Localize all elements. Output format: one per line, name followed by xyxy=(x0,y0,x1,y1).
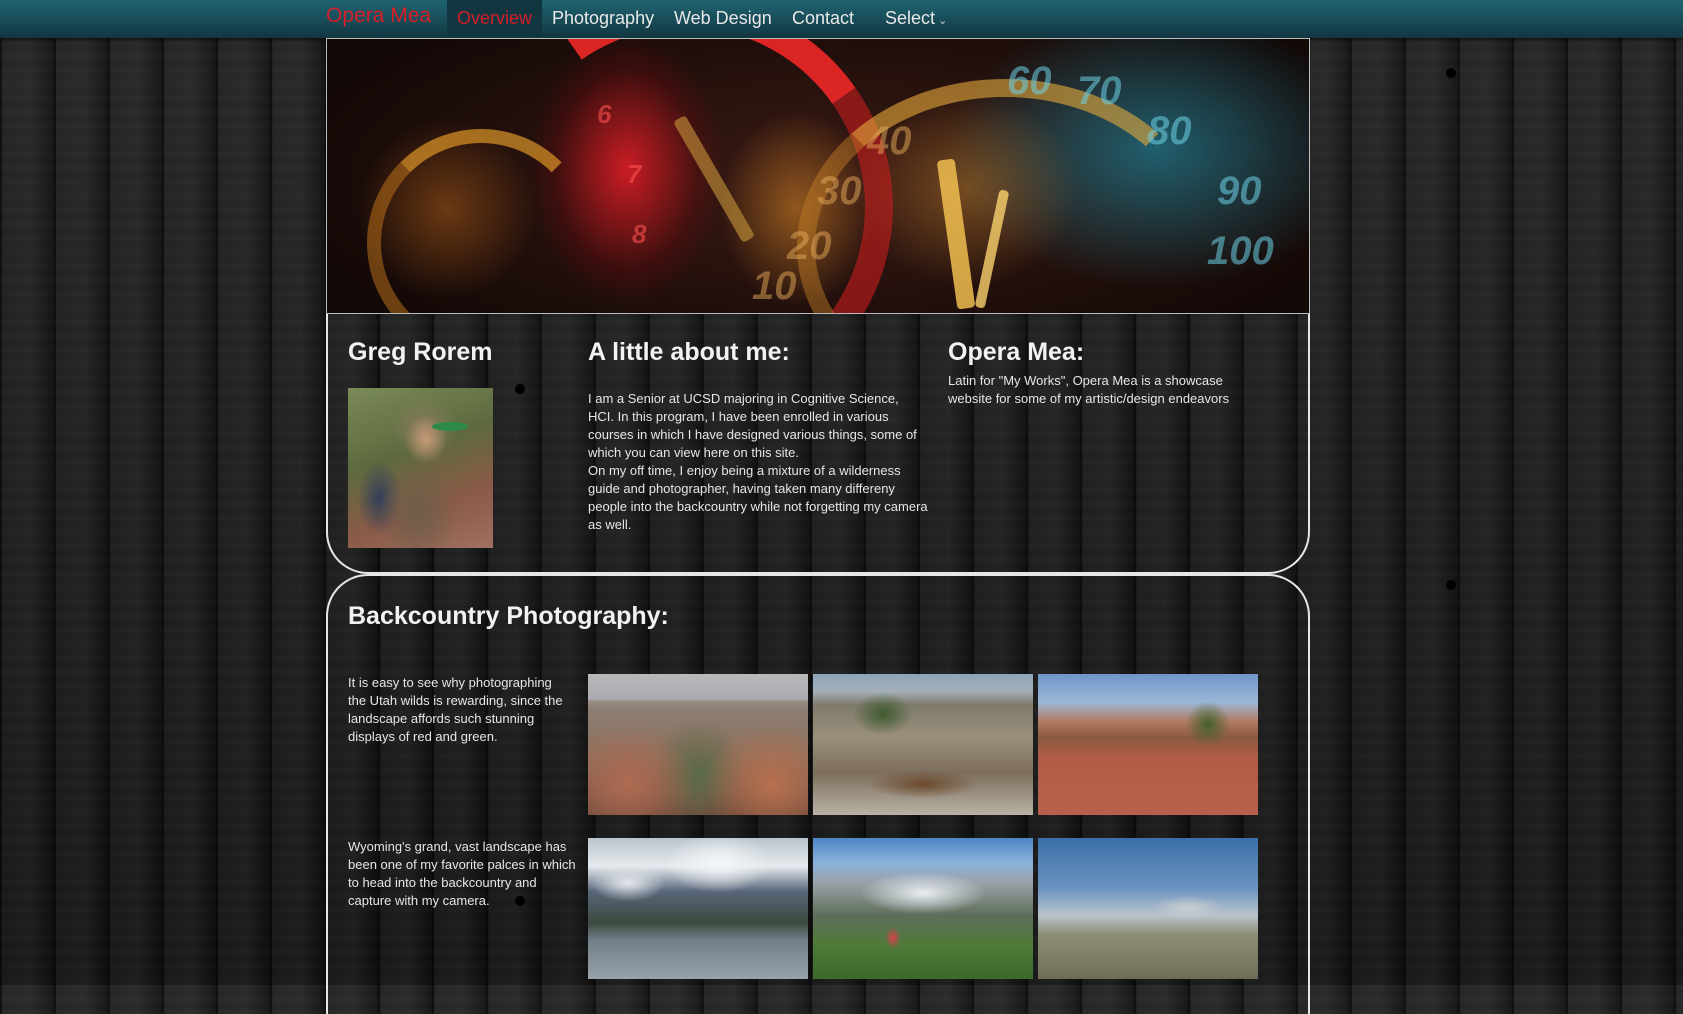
opera-mea-text: Latin for "My Works", Opera Mea is a sho… xyxy=(948,373,1230,406)
decorative-dot xyxy=(1446,68,1456,78)
opera-mea-heading: Opera Mea: xyxy=(948,338,1085,366)
nav-select-dropdown[interactable]: Select ⌄ xyxy=(875,0,962,39)
nav-select-label: Select xyxy=(885,8,936,28)
wyoming-caption: Wyoming's grand, vast landscape has been… xyxy=(348,839,576,908)
hero-banner-image: 60 70 80 90 100 40 30 20 10 6 7 8 xyxy=(326,38,1310,314)
nav-contact[interactable]: Contact xyxy=(782,0,864,38)
brand-link[interactable]: Opera Mea xyxy=(326,4,431,28)
author-name-heading: Greg Rorem xyxy=(348,338,493,366)
about-paragraph-1: I am a Senior at UCSD majoring in Cognit… xyxy=(588,391,917,460)
author-portrait-photo xyxy=(348,388,493,548)
nav-photography[interactable]: Photography xyxy=(542,0,664,38)
utah-caption: It is easy to see why photographing the … xyxy=(348,675,563,744)
photography-heading: Backcountry Photography: xyxy=(348,602,669,630)
about-paragraph-2: On my off time, I enjoy being a mixture … xyxy=(588,463,928,532)
about-panel: Greg Rorem A little about me: I am a Sen… xyxy=(326,314,1310,574)
utah-photo-juniper[interactable] xyxy=(813,674,1033,815)
utah-photo-red-desert[interactable] xyxy=(1038,674,1258,815)
nav-overview[interactable]: Overview xyxy=(447,0,543,38)
decorative-dot xyxy=(515,896,525,906)
wyoming-photo-meadow[interactable] xyxy=(813,838,1033,979)
nav-web-design[interactable]: Web Design xyxy=(664,0,782,38)
decorative-dot xyxy=(515,384,525,394)
photography-panel: Backcountry Photography: It is easy to s… xyxy=(326,574,1310,1014)
about-me-heading: A little about me: xyxy=(588,338,790,366)
top-navbar: Opera Mea Overview Photography Web Desig… xyxy=(0,0,1683,39)
wyoming-photo-tetons[interactable] xyxy=(1038,838,1258,979)
wyoming-photo-lake[interactable] xyxy=(588,838,808,979)
utah-photo-canyon[interactable] xyxy=(588,674,808,815)
decorative-dot xyxy=(1446,580,1456,590)
chevron-down-icon: ⌄ xyxy=(938,15,948,27)
about-me-text: I am a Senior at UCSD majoring in Cognit… xyxy=(588,390,928,534)
